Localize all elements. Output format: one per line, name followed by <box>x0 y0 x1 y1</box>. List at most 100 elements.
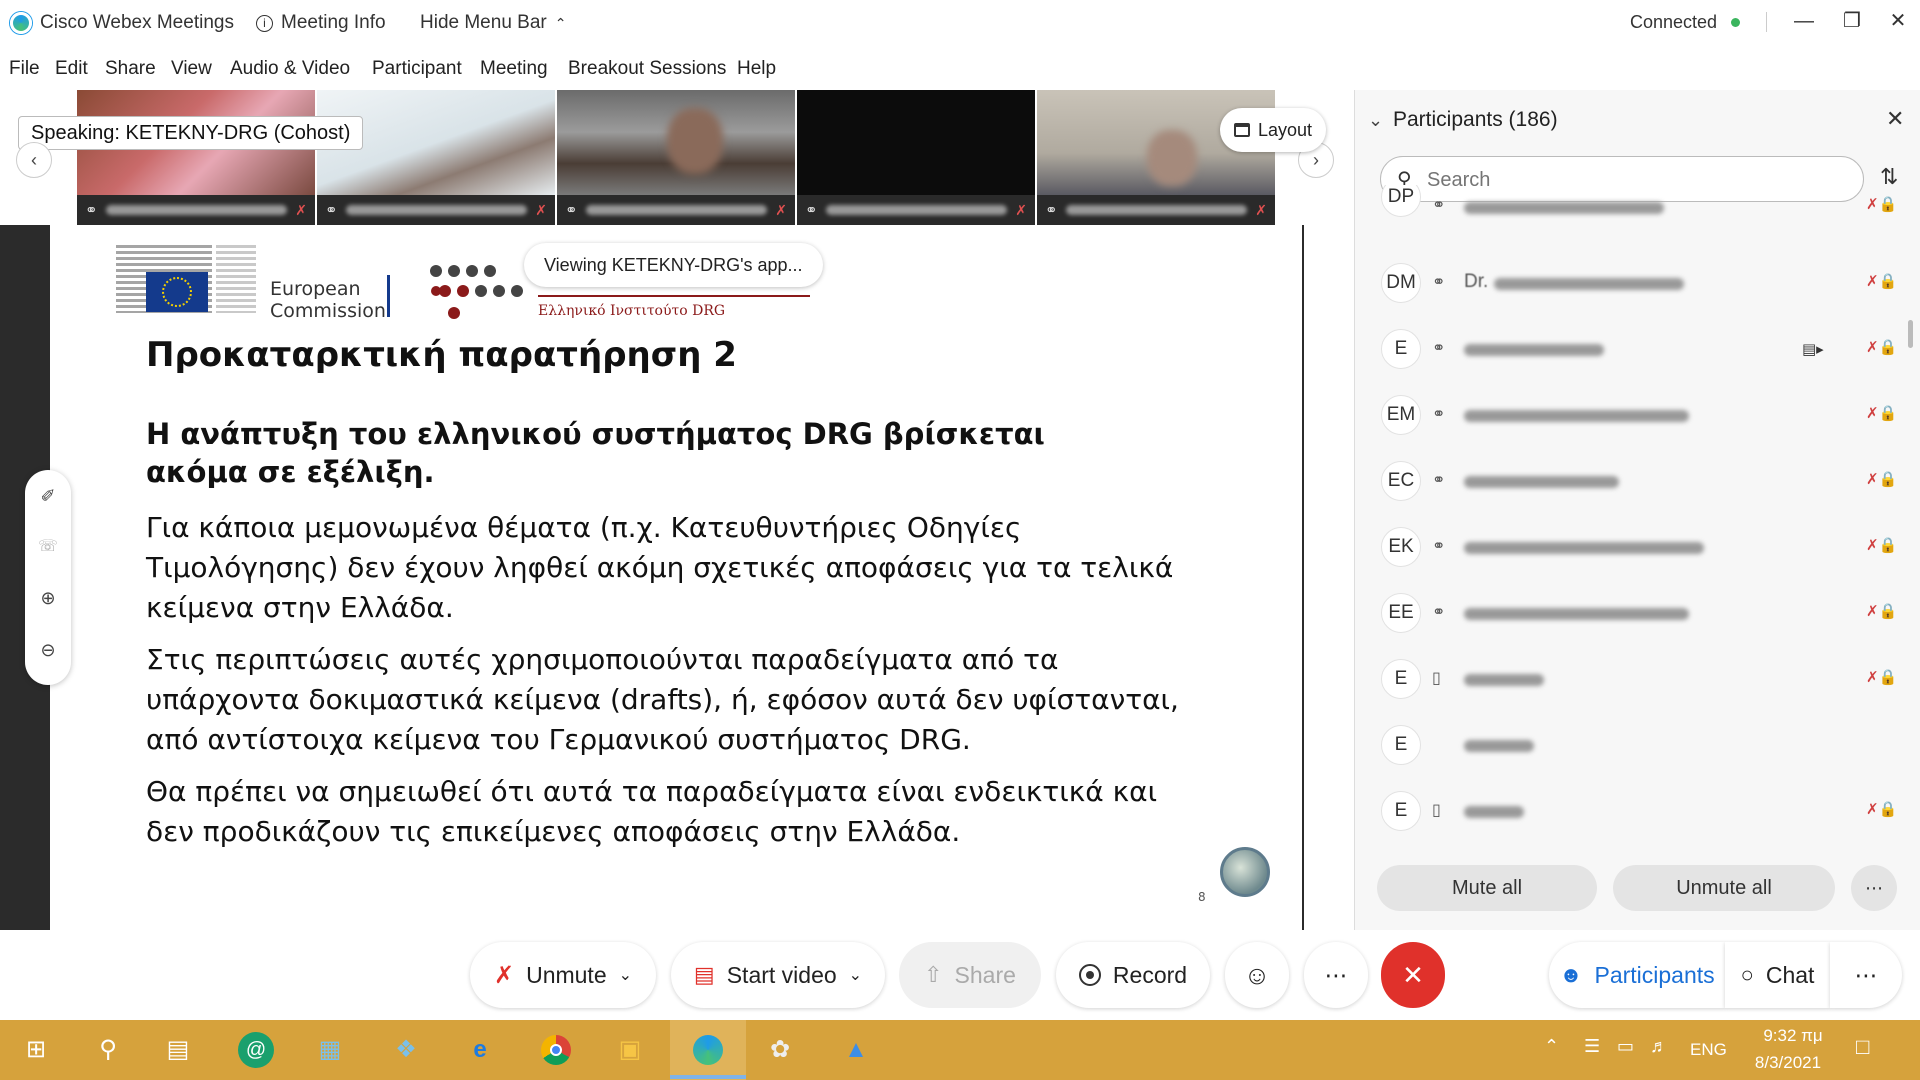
participant-row[interactable]: EK ⚭ ✗🔒 <box>1354 514 1920 580</box>
blurred-name <box>1464 344 1604 356</box>
collapse-chevron-icon[interactable]: ⌄ <box>1368 110 1383 131</box>
participant-row[interactable]: DM ⚭ Dr. ✗🔒 <box>1354 250 1920 316</box>
participants-header: Participants (186) <box>1393 108 1558 131</box>
slide-paragraph-1: Για κάποια μεμονωμένα θέματα (π.χ. Κατευ… <box>146 511 1174 624</box>
app-globe-icon[interactable]: ▦ <box>312 1032 348 1068</box>
menu-view[interactable]: View <box>171 58 212 80</box>
panel-more-button[interactable]: ⋯ <box>1830 942 1902 1008</box>
share-icon: ⇧ <box>924 962 943 987</box>
menu-participant[interactable]: Participant <box>372 58 462 80</box>
leave-meeting-button[interactable]: ✕ <box>1381 942 1445 1008</box>
clock-date[interactable]: 8/3/2021 <box>1748 1053 1828 1073</box>
participant-row[interactable]: DP ⚭ ✗🔒 <box>1354 185 1920 241</box>
blurred-name <box>105 205 288 215</box>
muted-mic-icon: ✗ <box>775 201 787 218</box>
unmute-all-button[interactable]: Unmute all <box>1613 865 1835 911</box>
photos-icon[interactable]: ▲ <box>838 1032 874 1068</box>
participant-row[interactable]: EE ⚭ ✗🔒 <box>1354 580 1920 646</box>
chrome-icon[interactable] <box>538 1032 574 1068</box>
clock-time[interactable]: 9:32 πμ <box>1758 1026 1828 1046</box>
participant-row[interactable]: EC ⚭ ✗🔒 <box>1354 448 1920 514</box>
task-view-icon[interactable]: ▤ <box>160 1032 196 1068</box>
close-panel-button[interactable]: ✕ <box>1886 106 1904 132</box>
menu-edit[interactable]: Edit <box>55 58 88 80</box>
more-controls-button[interactable]: ⋯ <box>1304 942 1368 1008</box>
blurred-name <box>1464 740 1534 752</box>
unmute-button[interactable]: ✗ Unmute ⌄ <box>470 942 656 1008</box>
close-window-button[interactable]: ✕ <box>1880 6 1916 36</box>
shared-slide: European Commission Ελληνικό Ινστιτούτο … <box>50 225 1302 930</box>
app-at-icon[interactable]: @ <box>238 1032 274 1068</box>
avatar: E <box>1381 659 1421 699</box>
battery-icon[interactable]: ▭ <box>1617 1036 1634 1057</box>
participants-toggle-button[interactable]: ☻ Participants <box>1549 942 1725 1008</box>
participant-row[interactable]: E ▯ ✗🔒 <box>1354 646 1920 712</box>
menu-share[interactable]: Share <box>105 58 156 80</box>
menu-file[interactable]: File <box>9 58 40 80</box>
eu-flag-icon <box>146 272 208 312</box>
dropbox-icon[interactable]: ❖ <box>388 1032 424 1068</box>
webex-taskbar-icon[interactable] <box>690 1032 726 1068</box>
active-indicator <box>670 1075 746 1079</box>
muted-mic-icon: ✗🔒 <box>1866 196 1898 213</box>
notifications-icon[interactable]: □ <box>1856 1034 1869 1060</box>
reactions-button[interactable]: ☺ <box>1225 942 1289 1008</box>
video-off-icon: ▤ <box>693 962 715 987</box>
muted-mic-icon: ✗ <box>493 961 515 989</box>
drg-institute-logo-icon <box>430 265 523 319</box>
participant-row[interactable]: EM ⚭ ✗🔒 <box>1354 382 1920 448</box>
layout-button[interactable]: Layout <box>1220 108 1327 152</box>
video-thumbnail[interactable] <box>797 90 1035 195</box>
record-icon <box>1078 964 1101 986</box>
restore-button[interactable]: ❐ <box>1834 6 1870 36</box>
strip-prev-button[interactable]: ‹ <box>16 142 52 178</box>
share-button[interactable]: ⇧ Share <box>899 942 1041 1008</box>
start-video-button[interactable]: ▤ Start video ⌄ <box>671 942 885 1008</box>
participant-row[interactable]: E <box>1354 712 1920 778</box>
avatar: EM <box>1381 395 1421 435</box>
menu-breakout-sessions[interactable]: Breakout Sessions <box>568 58 726 80</box>
speaking-indicator: Speaking: KETEKNY-DRG (Cohost) <box>18 116 364 150</box>
participant-row[interactable]: E ⚭ ▤▸ ✗🔒 <box>1354 316 1920 382</box>
webex-logo-icon <box>10 12 32 34</box>
zoom-out-icon[interactable]: ⊖ <box>25 640 71 661</box>
search-icon[interactable]: ⚲ <box>90 1032 126 1068</box>
headset-icon: ⚭ <box>1432 604 1446 621</box>
muted-mic-icon: ✗🔒 <box>1866 471 1898 488</box>
meeting-info-button[interactable]: i Meeting Info <box>256 12 386 34</box>
language-indicator[interactable]: ENG <box>1690 1040 1727 1060</box>
participant-row[interactable]: E ▯ ✗🔒 <box>1354 778 1920 844</box>
avatar: DP <box>1381 185 1421 217</box>
paint-icon[interactable]: ✿ <box>762 1032 798 1068</box>
menu-audio-video[interactable]: Audio & Video <box>230 58 350 80</box>
headset-icon: ⚭ <box>565 202 578 219</box>
mute-all-button[interactable]: Mute all <box>1377 865 1597 911</box>
minimize-button[interactable]: — <box>1786 6 1822 36</box>
muted-mic-icon: ✗🔒 <box>1866 405 1898 422</box>
wifi-icon[interactable]: ☰ <box>1584 1036 1600 1057</box>
volume-icon[interactable]: ♬ <box>1650 1036 1668 1057</box>
more-options-button[interactable]: ⋯ <box>1851 865 1897 911</box>
menu-meeting[interactable]: Meeting <box>480 58 548 80</box>
phone-icon: ▯ <box>1432 670 1441 687</box>
video-thumbnail[interactable] <box>557 90 795 195</box>
video-camera-icon: ▤▸ <box>1802 341 1824 358</box>
internet-explorer-icon[interactable]: e <box>462 1032 498 1068</box>
avatar: E <box>1381 725 1421 765</box>
windows-start-icon[interactable]: ⊞ <box>18 1032 54 1068</box>
muted-mic-icon: ✗🔒 <box>1866 537 1898 554</box>
record-button[interactable]: Record <box>1056 942 1210 1008</box>
remote-control-icon[interactable]: ☏ <box>25 536 71 556</box>
annotate-pen-icon[interactable]: ✐ <box>25 486 71 507</box>
zoom-in-icon[interactable]: ⊕ <box>25 588 71 609</box>
close-icon: ✕ <box>1402 959 1424 990</box>
presenter-avatar[interactable] <box>1220 847 1270 897</box>
hide-menu-bar-button[interactable]: Hide Menu Bar ⌃ <box>420 12 566 34</box>
menu-help[interactable]: Help <box>737 58 776 80</box>
file-explorer-icon[interactable]: ▣ <box>612 1032 648 1068</box>
slide-paragraph-2: Στις περιπτώσεις αυτές χρησιμοποιούνται … <box>146 643 1179 756</box>
chat-button[interactable]: ○ Chat <box>1725 942 1830 1008</box>
blurred-name <box>825 205 1008 215</box>
muted-mic-icon: ✗ <box>1255 201 1267 218</box>
show-hidden-icons[interactable]: ⌃ <box>1544 1036 1559 1057</box>
